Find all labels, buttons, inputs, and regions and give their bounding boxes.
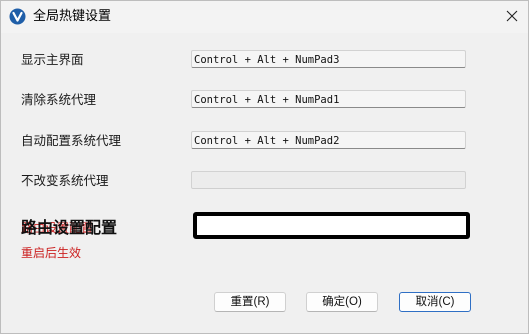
restart-notice: 重启后生效 [21, 246, 82, 260]
label-keep-system-proxy: 不改变系统代理 [21, 173, 109, 188]
hotkey-field-show-main-window[interactable]: Control + Alt + NumPad3 [191, 50, 466, 68]
hotkey-field-routing[interactable] [193, 212, 470, 239]
label-show-main-window: 显示主界面 [21, 52, 84, 67]
routing-label: 路由设置配置 路由设置配置 [21, 218, 141, 240]
reset-button[interactable]: 重置(R) [214, 292, 286, 312]
ok-button[interactable]: 确定(O) [306, 292, 378, 312]
hotkey-field-keep-system-proxy[interactable] [191, 171, 466, 189]
hotkey-field-auto-config-system-proxy[interactable]: Control + Alt + NumPad2 [191, 131, 466, 149]
window-title: 全局热键设置 [33, 9, 112, 24]
routing-label-overlay: 路由设置配置 [21, 218, 118, 237]
cancel-button[interactable]: 取消(C) [399, 292, 471, 312]
label-auto-config-system-proxy: 自动配置系统代理 [21, 133, 122, 148]
app-logo-icon [9, 8, 26, 25]
hotkey-settings-window: 全局热键设置 显示主界面 Control + Alt + NumPad3 清除系… [0, 0, 529, 334]
label-clear-system-proxy: 清除系统代理 [21, 92, 97, 107]
title-bar[interactable]: 全局热键设置 [1, 1, 528, 33]
hotkey-field-clear-system-proxy[interactable]: Control + Alt + NumPad1 [191, 90, 466, 108]
close-icon [506, 10, 518, 22]
close-button[interactable] [496, 1, 528, 33]
